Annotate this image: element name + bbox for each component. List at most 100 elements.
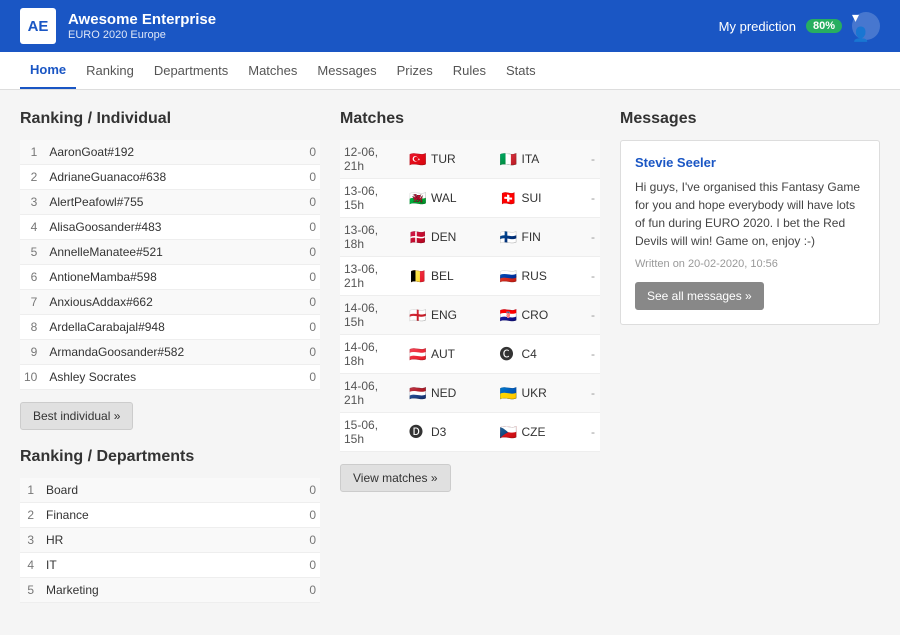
nav-messages[interactable]: Messages — [307, 53, 386, 88]
prediction-label: My prediction — [719, 19, 796, 34]
match-date: 13-06, 18h — [340, 218, 405, 257]
list-item: 13-06, 18h 🇩🇰 DEN 🇫🇮 FIN - — [340, 218, 600, 257]
match-team1: 🇦🇹 AUT — [405, 335, 496, 374]
table-row: 2 AdrianeGuanaco#638 0 — [20, 165, 320, 190]
rank: 7 — [20, 290, 45, 315]
rank: 6 — [20, 265, 45, 290]
score: 0 — [296, 165, 320, 190]
matches-table: 12-06, 21h 🇹🇷 TUR 🇮🇹 ITA - 13-06, 15h 🏴󠁧… — [340, 140, 600, 452]
flag-icon-team2: 🇮🇹 — [500, 153, 518, 165]
team2-name: CRO — [522, 308, 549, 322]
department-name: IT — [42, 553, 296, 578]
ranking-departments-title: Ranking / Departments — [20, 448, 320, 466]
view-matches-button[interactable]: View matches » — [340, 464, 451, 492]
list-item: 13-06, 21h 🇧🇪 BEL 🇷🇺 RUS - — [340, 257, 600, 296]
score: 0 — [296, 190, 320, 215]
nav-home[interactable]: Home — [20, 52, 76, 89]
score: 0 — [296, 553, 320, 578]
list-item: 12-06, 21h 🇹🇷 TUR 🇮🇹 ITA - — [340, 140, 600, 179]
list-item: 14-06, 15h 🏴󠁧󠁢󠁥󠁮󠁧󠁿 ENG 🇭🇷 CRO - — [340, 296, 600, 335]
flag-icon-team1: 🇦🇹 — [409, 348, 427, 360]
match-date: 14-06, 15h — [340, 296, 405, 335]
player-name: AnnelleManatee#521 — [45, 240, 296, 265]
score: 0 — [296, 528, 320, 553]
match-score: - — [586, 140, 600, 179]
match-team1: 🇩🇰 DEN — [405, 218, 496, 257]
flag-icon-team2: 🇫🇮 — [500, 231, 518, 243]
flag-icon-team2: 🇨🇭 — [500, 192, 518, 204]
player-name: ArdellaCarabajal#948 — [45, 315, 296, 340]
column-messages: Messages Stevie Seeler Hi guys, I've org… — [620, 110, 880, 615]
match-team1: 🏴󠁧󠁢󠁥󠁮󠁧󠁿 ENG — [405, 296, 496, 335]
nav-stats[interactable]: Stats — [496, 53, 546, 88]
rank: 8 — [20, 315, 45, 340]
table-row: 4 IT 0 — [20, 553, 320, 578]
header-right: My prediction 80% ▾ 👤 — [719, 12, 880, 40]
team1-name: NED — [431, 386, 456, 400]
match-team2: 🇭🇷 CRO — [496, 296, 587, 335]
team1-name: WAL — [431, 191, 457, 205]
rank: 4 — [20, 215, 45, 240]
match-team1: 🇹🇷 TUR — [405, 140, 496, 179]
match-score: - — [586, 179, 600, 218]
match-score: - — [586, 374, 600, 413]
best-individual-button[interactable]: Best individual » — [20, 402, 133, 430]
table-row: 10 Ashley Socrates 0 — [20, 365, 320, 390]
table-row: 5 AnnelleManatee#521 0 — [20, 240, 320, 265]
match-score: - — [586, 257, 600, 296]
table-row: 3 HR 0 — [20, 528, 320, 553]
messages-card: Stevie Seeler Hi guys, I've organised th… — [620, 140, 880, 325]
list-item: 14-06, 18h 🇦🇹 AUT 🅒 C4 - — [340, 335, 600, 374]
nav-prizes[interactable]: Prizes — [387, 53, 443, 88]
app-subtitle: EURO 2020 Europe — [68, 29, 216, 41]
flag-icon-team1: 🏴󠁧󠁢󠁥󠁮󠁧󠁿 — [409, 309, 427, 321]
team2-name: UKR — [522, 386, 547, 400]
ranking-individual-title: Ranking / Individual — [20, 110, 320, 128]
player-name: ArmandaGoosander#582 — [45, 340, 296, 365]
main-content: Ranking / Individual 1 AaronGoat#192 0 2… — [0, 90, 900, 635]
score: 0 — [296, 365, 320, 390]
score: 0 — [296, 578, 320, 603]
flag-icon-team2: 🇨🇿 — [500, 426, 518, 438]
department-name: Marketing — [42, 578, 296, 603]
table-row: 4 AlisaGoosander#483 0 — [20, 215, 320, 240]
flag-icon-team1: 🇩🇰 — [409, 231, 427, 243]
rank: 1 — [20, 140, 45, 165]
score: 0 — [296, 265, 320, 290]
logo: AE — [20, 8, 56, 44]
nav-rules[interactable]: Rules — [443, 53, 496, 88]
player-name: Ashley Socrates — [45, 365, 296, 390]
team1-name: D3 — [431, 425, 446, 439]
table-row: 8 ArdellaCarabajal#948 0 — [20, 315, 320, 340]
flag-icon-team1: 🇧🇪 — [409, 270, 427, 282]
rank: 5 — [20, 240, 45, 265]
rank: 10 — [20, 365, 45, 390]
see-all-messages-button[interactable]: See all messages » — [635, 282, 764, 310]
nav-ranking[interactable]: Ranking — [76, 53, 144, 88]
match-date: 13-06, 15h — [340, 179, 405, 218]
match-date: 14-06, 18h — [340, 335, 405, 374]
match-team2: 🅒 C4 — [496, 335, 587, 374]
player-name: AlertPeafowl#755 — [45, 190, 296, 215]
nav-matches[interactable]: Matches — [238, 53, 307, 88]
player-name: AdrianeGuanaco#638 — [45, 165, 296, 190]
team2-name: ITA — [522, 152, 540, 166]
player-name: AaronGoat#192 — [45, 140, 296, 165]
table-row: 1 Board 0 — [20, 478, 320, 503]
score: 0 — [296, 140, 320, 165]
match-score: - — [586, 218, 600, 257]
team2-name: RUS — [522, 269, 547, 283]
table-row: 3 AlertPeafowl#755 0 — [20, 190, 320, 215]
match-score: - — [586, 335, 600, 374]
flag-icon-team1: 🅓 — [409, 426, 427, 438]
team1-name: TUR — [431, 152, 456, 166]
ranking-individual-table: 1 AaronGoat#192 0 2 AdrianeGuanaco#638 0… — [20, 140, 320, 390]
player-name: AnxiousAddax#662 — [45, 290, 296, 315]
column-rankings: Ranking / Individual 1 AaronGoat#192 0 2… — [20, 110, 320, 615]
rank: 3 — [20, 528, 42, 553]
table-row: 7 AnxiousAddax#662 0 — [20, 290, 320, 315]
match-team1: 🅓 D3 — [405, 413, 496, 452]
nav-departments[interactable]: Departments — [144, 53, 238, 88]
user-icon: ▾ 👤 — [852, 9, 880, 43]
user-menu-button[interactable]: ▾ 👤 — [852, 12, 880, 40]
